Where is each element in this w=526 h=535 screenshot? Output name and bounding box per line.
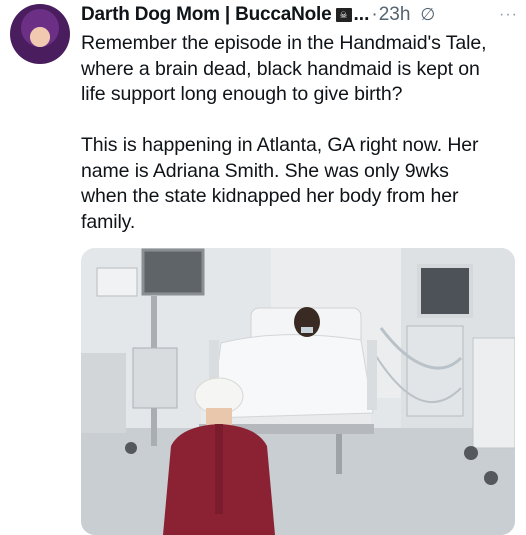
hospital-scene-illustration xyxy=(81,248,515,535)
name-ellipsis: ... xyxy=(353,4,370,25)
post-image[interactable] xyxy=(81,248,515,535)
post-header: Darth Dog Mom | BuccaNole ☠ ... · 23h ∅ … xyxy=(81,2,518,28)
separator: · xyxy=(371,4,378,25)
author-name[interactable]: Darth Dog Mom | BuccaNole xyxy=(81,4,332,26)
timestamp[interactable]: 23h xyxy=(379,4,411,26)
post-paragraph: This is happening in Atlanta, GA right n… xyxy=(81,134,479,233)
post-paragraph: Remember the episode in the Handmaid's T… xyxy=(81,32,487,105)
avatar[interactable] xyxy=(10,4,70,64)
no-entry-icon: ∅ xyxy=(420,5,436,24)
pirate-flag-icon: ☠ xyxy=(335,8,352,22)
post-text: Remember the episode in the Handmaid's T… xyxy=(81,31,521,235)
more-options-icon[interactable]: ··· xyxy=(499,6,518,24)
